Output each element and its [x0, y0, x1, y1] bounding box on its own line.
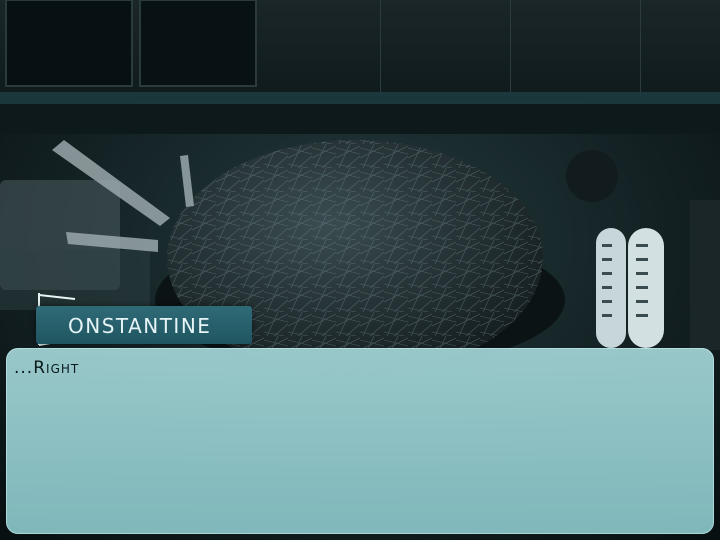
dialog-box[interactable]: ...Right — [6, 348, 714, 534]
speaker-name: ONSTANTINE — [68, 314, 212, 338]
speaker-nameplate: ONSTANTINE — [36, 306, 252, 344]
dialog-text: ...Right — [14, 358, 80, 378]
